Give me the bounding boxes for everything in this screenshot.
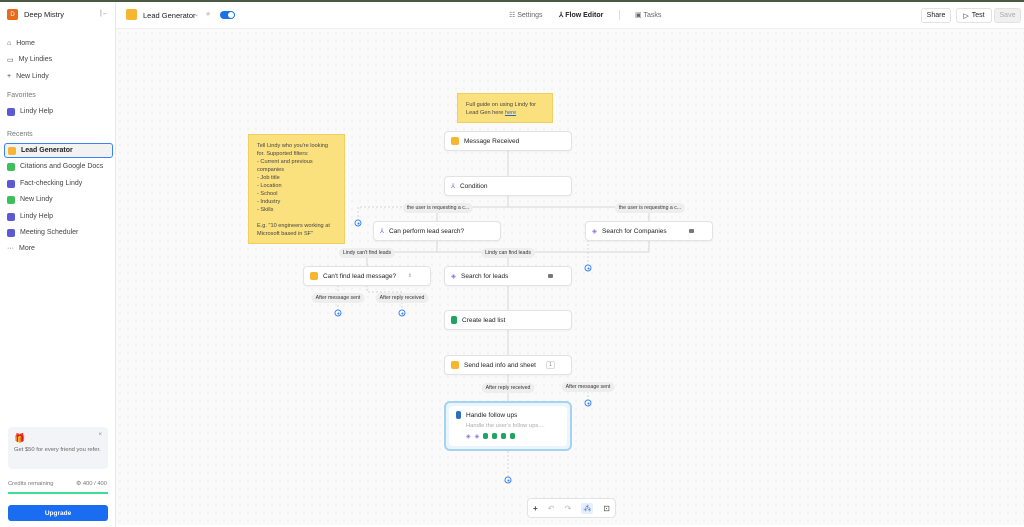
sticky-text: Full guide on using Lindy for Lead Gen h… — [466, 102, 536, 116]
node-search-companies[interactable]: ◈ Search for Companies — [585, 221, 713, 241]
agent-icon — [456, 411, 461, 419]
message-icon — [451, 361, 459, 369]
node-message-received[interactable]: Message Received — [444, 131, 572, 151]
add-step-button[interactable] — [504, 476, 512, 484]
condition-icon: ⅄ — [380, 228, 384, 235]
message-icon — [451, 137, 459, 145]
sheets-icon — [483, 433, 489, 439]
add-icon[interactable]: + — [533, 504, 538, 513]
branch-label[interactable]: the user is requesting a c... — [614, 203, 686, 213]
guide-link[interactable]: here — [505, 110, 516, 116]
undo-icon[interactable]: ↶ — [548, 504, 555, 513]
lock-icon — [689, 229, 694, 233]
node-search-leads[interactable]: ◈ Search for leads — [444, 266, 572, 286]
add-step-button[interactable] — [584, 399, 592, 407]
lock-icon — [548, 274, 553, 278]
add-step-button[interactable] — [334, 309, 342, 317]
node-title: Condition — [459, 182, 488, 190]
node-send-lead-info[interactable]: Send lead info and sheet 1 — [444, 355, 572, 375]
node-title: Handle follow ups — [466, 411, 518, 419]
node-title: Create lead list — [462, 316, 506, 324]
sheets-icon — [510, 433, 516, 439]
node-title: Can perform lead search? — [388, 227, 465, 235]
sticky-note-filters[interactable]: Tell Lindy who you're looking for. Suppo… — [248, 134, 345, 244]
branch-label[interactable]: After message sent — [311, 293, 365, 303]
branch-label[interactable]: After reply received — [481, 383, 535, 393]
branch-label[interactable]: After reply received — [375, 293, 429, 303]
node-title: Send lead info and sheet — [464, 361, 536, 369]
sheets-icon — [492, 433, 498, 439]
branch-label[interactable]: the user is requesting a c... — [402, 203, 474, 213]
node-create-lead-list[interactable]: Create lead list — [444, 310, 572, 330]
sticky-note-guide[interactable]: Full guide on using Lindy for Lead Gen h… — [457, 93, 553, 123]
branch-label[interactable]: Lindy can't find leads — [338, 248, 396, 258]
search-people-icon: ◈ — [466, 434, 471, 440]
count-badge: 1 — [546, 361, 555, 369]
sort-icon[interactable]: ⇕ — [408, 273, 412, 279]
sheets-icon — [451, 316, 457, 324]
sheets-icon — [501, 433, 507, 439]
node-can-perform-lead-search[interactable]: ⅄ Can perform lead search? — [373, 221, 501, 241]
auto-layout-icon[interactable]: ⁂ — [581, 502, 594, 514]
add-step-button[interactable] — [354, 219, 362, 227]
add-step-button[interactable] — [398, 309, 406, 317]
canvas-toolbar: + ↶ ↷ ⁂ ⊡ — [527, 498, 616, 518]
message-icon — [310, 272, 318, 280]
node-title: Search for leads — [461, 272, 509, 280]
node-cant-find-lead-message[interactable]: Can't find lead message? ⇕ — [303, 266, 431, 286]
add-step-button[interactable] — [584, 264, 592, 272]
search-people-icon: ◈ — [451, 273, 456, 280]
node-title: Search for Companies — [602, 227, 667, 235]
node-title: Can't find lead message? — [323, 272, 397, 280]
branch-label[interactable]: Lindy can find leads — [481, 248, 535, 258]
node-handle-follow-ups[interactable]: Handle follow ups Handle the user's foll… — [444, 401, 572, 451]
search-people-icon: ◈ — [592, 228, 597, 235]
node-title: Message Received — [464, 137, 520, 145]
branch-label[interactable]: After message sent — [561, 382, 615, 392]
node-description: Handle the user's follow ups.... — [466, 423, 545, 429]
tool-icons: ◈ ◈ — [456, 433, 560, 440]
search-people-icon: ◈ — [474, 434, 480, 440]
redo-icon[interactable]: ↷ — [564, 504, 571, 513]
condition-icon: ⅄ — [451, 183, 455, 190]
fit-view-icon[interactable]: ⊡ — [603, 504, 610, 513]
node-condition[interactable]: ⅄ Condition — [444, 176, 572, 196]
